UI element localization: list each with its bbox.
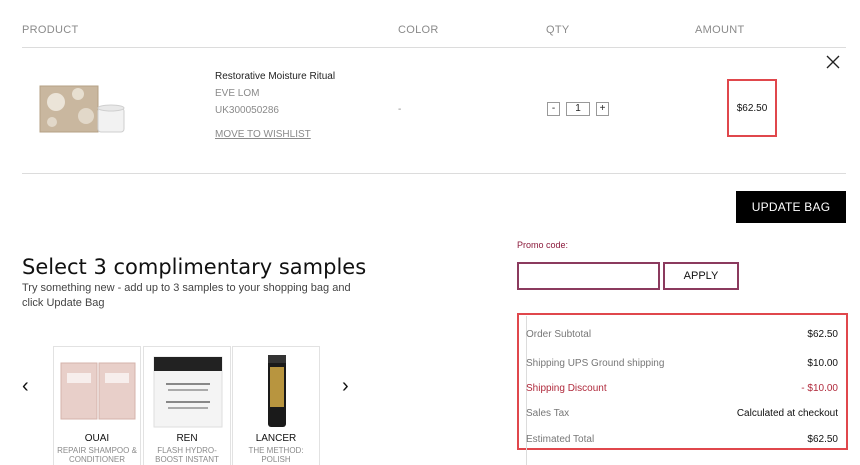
sample-brand: LANCER bbox=[255, 433, 297, 444]
estimated-total-label: Estimated Total bbox=[526, 434, 595, 445]
item-amount-value: $62.50 bbox=[736, 102, 768, 114]
remove-item-close-icon[interactable] bbox=[826, 55, 840, 69]
apply-promo-button[interactable]: APPLY bbox=[663, 262, 739, 290]
shipping-value: $10.00 bbox=[807, 358, 838, 369]
amount-column-header: AMOUNT bbox=[695, 24, 745, 36]
summary-subtotal-row: Order Subtotal $62.50 bbox=[526, 329, 838, 340]
promo-code-input[interactable] bbox=[517, 262, 660, 290]
samples-subtitle: Try something new - add up to 3 samples … bbox=[22, 282, 351, 309]
summary-discount-row: Shipping Discount - $10.00 bbox=[526, 383, 838, 394]
samples-title: Select 3 complimentary samples bbox=[22, 255, 367, 279]
product-color: - bbox=[398, 104, 402, 115]
update-bag-button[interactable]: UPDATE BAG bbox=[736, 191, 846, 223]
sample-image bbox=[268, 355, 286, 427]
qty-increase-button[interactable]: + bbox=[596, 102, 609, 116]
qty-column-header: QTY bbox=[546, 24, 570, 36]
sample-image bbox=[153, 356, 223, 428]
summary-tax-row: Sales Tax Calculated at checkout bbox=[526, 408, 838, 419]
sample-name: THE METHOD: POLISH bbox=[248, 446, 304, 464]
estimated-total-value: $62.50 bbox=[807, 434, 838, 445]
move-to-wishlist-link[interactable]: MOVE TO WISHLIST bbox=[215, 129, 311, 140]
product-brand: EVE LOM bbox=[215, 88, 260, 99]
sales-tax-value: Calculated at checkout bbox=[736, 408, 838, 419]
item-amount: $62.50 bbox=[727, 79, 777, 137]
product-thumbnail[interactable] bbox=[38, 80, 128, 138]
sample-image bbox=[60, 362, 136, 420]
sample-card-lancer[interactable]: LANCER THE METHOD: POLISH bbox=[232, 346, 320, 465]
row-divider bbox=[22, 173, 846, 174]
shipping-discount-value: - $10.00 bbox=[801, 383, 838, 394]
promo-code-label: Promo code: bbox=[517, 240, 569, 250]
sample-card-ouai[interactable]: OUAI REPAIR SHAMPOO & CONDITIONER bbox=[53, 346, 141, 465]
qty-decrease-button[interactable]: - bbox=[547, 102, 560, 116]
samples-prev-arrow-icon[interactable]: ‹ bbox=[22, 375, 29, 398]
summary-shipping-row: Shipping UPS Ground shipping $10.00 bbox=[526, 358, 838, 369]
summary-total-row: Estimated Total $62.50 bbox=[526, 434, 838, 445]
samples-next-arrow-icon[interactable]: › bbox=[342, 375, 349, 398]
qty-input[interactable]: 1 bbox=[566, 102, 590, 116]
sample-name: REPAIR SHAMPOO & CONDITIONER bbox=[57, 446, 137, 464]
shipping-discount-label: Shipping Discount bbox=[526, 383, 607, 394]
sample-brand: REN bbox=[176, 433, 198, 444]
subtotal-label: Order Subtotal bbox=[526, 329, 592, 340]
subtotal-value: $62.50 bbox=[807, 329, 838, 340]
header-divider bbox=[22, 47, 846, 48]
product-name[interactable]: Restorative Moisture Ritual bbox=[215, 71, 335, 82]
product-column-header: PRODUCT bbox=[22, 24, 79, 36]
shipping-label: Shipping UPS Ground shipping bbox=[526, 358, 665, 369]
product-sku: UK300050286 bbox=[215, 105, 279, 116]
sales-tax-label: Sales Tax bbox=[526, 408, 570, 419]
sample-brand: OUAI bbox=[84, 433, 110, 444]
color-column-header: COLOR bbox=[398, 24, 439, 36]
sample-name: FLASH HYDRO-BOOST INSTANT bbox=[155, 446, 219, 464]
sample-card-ren[interactable]: REN FLASH HYDRO-BOOST INSTANT bbox=[143, 346, 231, 465]
